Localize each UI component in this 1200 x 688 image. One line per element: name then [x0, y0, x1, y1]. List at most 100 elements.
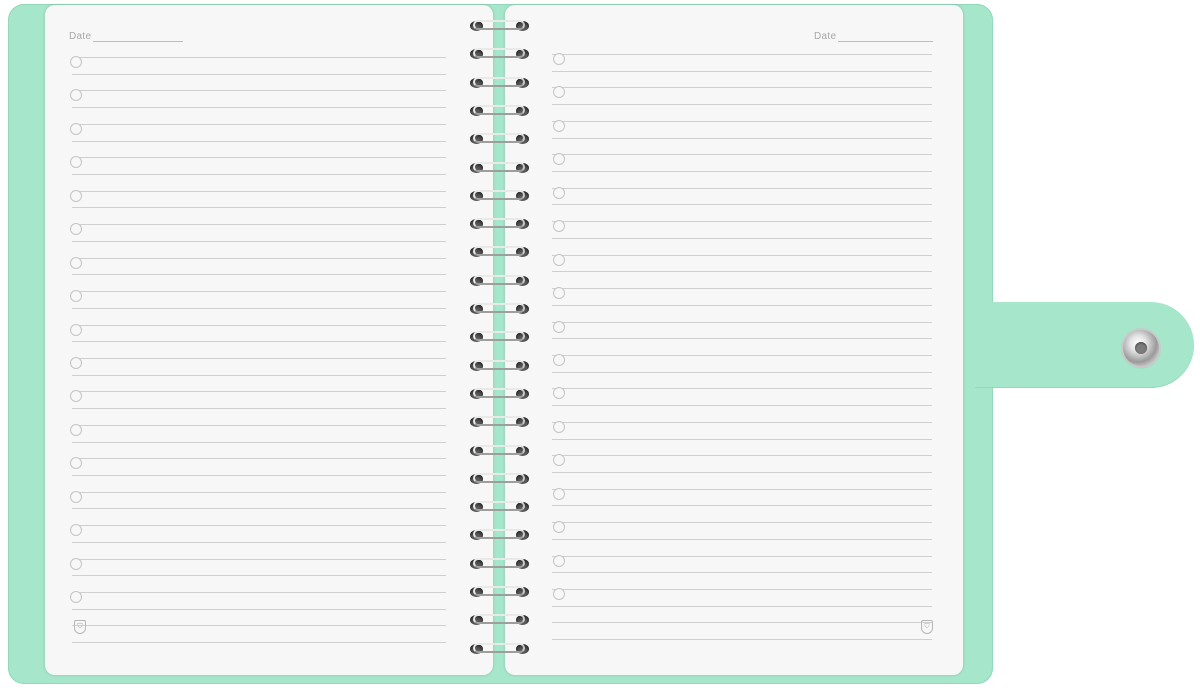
ruled-line: [552, 338, 932, 339]
ruled-line: [72, 224, 446, 225]
ruled-line: [72, 559, 446, 560]
ruled-line: [552, 572, 932, 573]
checkbox-circle[interactable]: [553, 153, 565, 165]
date-underline-left: [93, 33, 184, 42]
checkbox-circle[interactable]: [70, 357, 82, 369]
ruled-line: [72, 57, 446, 58]
coil-wire: [473, 190, 525, 200]
ruled-line: [72, 375, 446, 376]
checkbox-circle[interactable]: [70, 591, 82, 603]
checkbox-circle[interactable]: [70, 457, 82, 469]
checkbox-circle[interactable]: [553, 387, 565, 399]
ruled-line: [72, 90, 446, 91]
coil-wire: [473, 529, 525, 539]
ruled-line: [552, 556, 932, 557]
checkbox-circle[interactable]: [70, 123, 82, 135]
date-field-right: Date: [814, 31, 934, 42]
coil-wire: [473, 558, 525, 568]
checkbox-circle[interactable]: [70, 491, 82, 503]
ruled-line: [552, 455, 932, 456]
ruled-line: [72, 308, 446, 309]
ruled-line: [552, 372, 932, 373]
ruled-line: [552, 121, 932, 122]
spiral-coil: [468, 499, 530, 515]
ruled-line: [552, 489, 932, 490]
checkbox-circle[interactable]: [70, 390, 82, 402]
spiral-coil: [468, 75, 530, 91]
coil-wire: [473, 614, 525, 624]
checkbox-circle[interactable]: [70, 524, 82, 536]
ruled-line: [552, 606, 932, 607]
ruled-line: [552, 305, 932, 306]
ruled-line: [72, 425, 446, 426]
checkbox-circle[interactable]: [553, 220, 565, 232]
checkbox-circle[interactable]: [70, 156, 82, 168]
ruled-line: [72, 157, 446, 158]
ruled-line: [72, 358, 446, 359]
checkbox-circle[interactable]: [553, 321, 565, 333]
spiral-coil: [468, 443, 530, 459]
ruled-line: [552, 422, 932, 423]
checkbox-circle[interactable]: [70, 290, 82, 302]
ruled-line: [72, 141, 446, 142]
coil-wire: [473, 445, 525, 455]
ruled-line: [72, 525, 446, 526]
checkbox-circle[interactable]: [553, 454, 565, 466]
ruled-line: [552, 104, 932, 105]
checkbox-circle[interactable]: [70, 324, 82, 336]
ruled-line: [552, 539, 932, 540]
spiral-coil: [468, 216, 530, 232]
checkbox-circle[interactable]: [553, 588, 565, 600]
spiral-coil: [468, 103, 530, 119]
ruled-line: [552, 505, 932, 506]
checkbox-circle[interactable]: [70, 56, 82, 68]
ruled-line: [72, 258, 446, 259]
ruled-line: [72, 107, 446, 108]
ruled-line: [552, 255, 932, 256]
ruled-line: [72, 592, 446, 593]
coil-wire: [473, 246, 525, 256]
ruled-line: [552, 355, 932, 356]
checkbox-circle[interactable]: [553, 86, 565, 98]
checkbox-circle[interactable]: [553, 287, 565, 299]
spiral-coil: [468, 46, 530, 62]
coil-wire: [473, 275, 525, 285]
coil-wire: [473, 105, 525, 115]
ruled-line: [72, 241, 446, 242]
coil-wire: [473, 473, 525, 483]
checkbox-circle[interactable]: [553, 354, 565, 366]
spiral-coil: [468, 160, 530, 176]
coil-wire: [473, 501, 525, 511]
checkbox-circle[interactable]: [553, 521, 565, 533]
ruled-line: [72, 291, 446, 292]
ruled-line: [552, 388, 932, 389]
ruled-line: [552, 622, 932, 623]
checkbox-circle[interactable]: [70, 223, 82, 235]
checkbox-circle[interactable]: [70, 257, 82, 269]
ruled-line: [552, 204, 932, 205]
ruled-line: [552, 639, 932, 640]
checkbox-circle[interactable]: [70, 424, 82, 436]
ruled-line: [72, 442, 446, 443]
checkbox-circle[interactable]: [553, 53, 565, 65]
snap-button-icon[interactable]: [1123, 330, 1159, 366]
ruled-line: [72, 458, 446, 459]
checkbox-circle[interactable]: [553, 254, 565, 266]
date-underline-right: [838, 33, 934, 42]
coil-wire: [473, 133, 525, 143]
ruled-line: [552, 87, 932, 88]
checkbox-circle[interactable]: [70, 190, 82, 202]
checkbox-circle[interactable]: [70, 558, 82, 570]
checkbox-circle[interactable]: [553, 187, 565, 199]
spiral-coil: [468, 414, 530, 430]
checkbox-circle[interactable]: [70, 89, 82, 101]
checkbox-circle[interactable]: [553, 555, 565, 567]
checkbox-circle[interactable]: [553, 421, 565, 433]
ruled-line: [552, 188, 932, 189]
checkbox-circle[interactable]: [553, 120, 565, 132]
closure-strap[interactable]: [975, 302, 1194, 388]
checkbox-circle[interactable]: [553, 488, 565, 500]
coil-wire: [473, 48, 525, 58]
spiral-coil: [468, 188, 530, 204]
date-field-left: Date: [69, 31, 184, 42]
